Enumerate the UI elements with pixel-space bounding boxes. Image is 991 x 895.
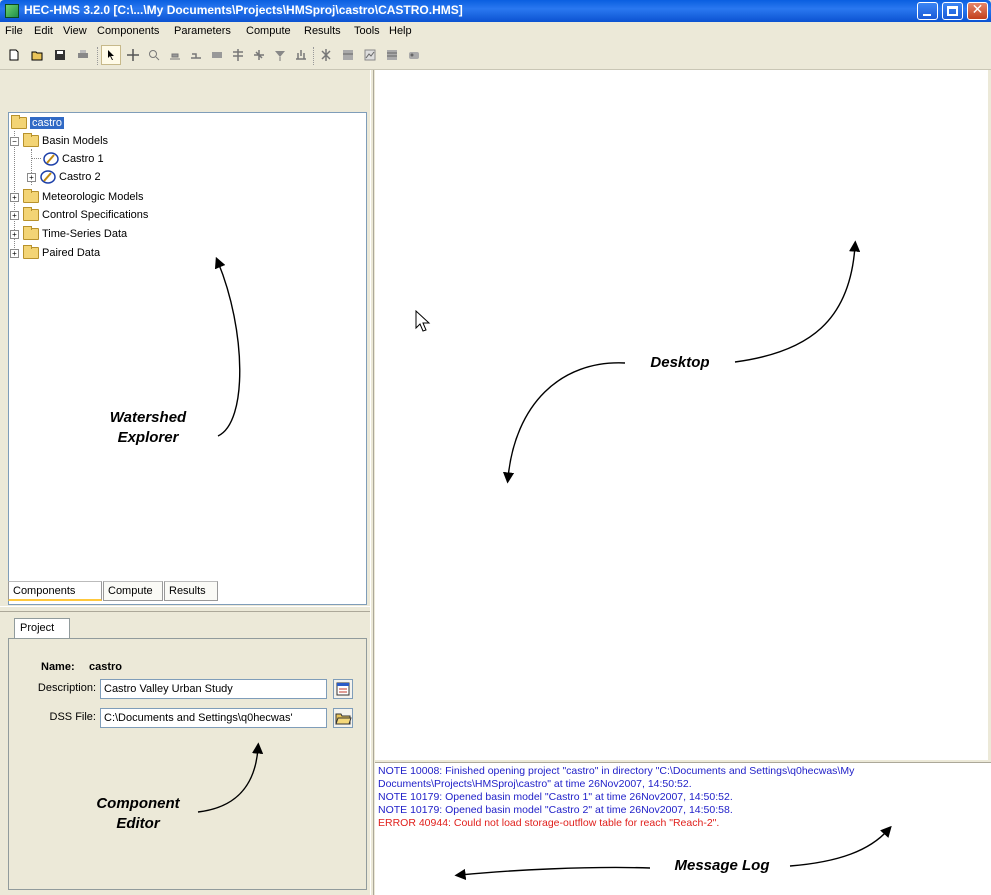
annotation-desktop: Desktop bbox=[650, 354, 710, 371]
arrow-desktop-up bbox=[734, 240, 861, 363]
arrow-message-log-left bbox=[454, 866, 651, 881]
annotation-component-editor: Component Editor bbox=[80, 794, 196, 834]
arrow-component-editor bbox=[197, 742, 264, 813]
annotation-text: Watershed bbox=[109, 409, 187, 426]
annotation-watershed-explorer: Watershed Explorer bbox=[93, 408, 203, 448]
arrow-desktop-down bbox=[502, 362, 626, 484]
arrow-watershed-explorer bbox=[214, 256, 241, 437]
annotation-text: Editor bbox=[116, 815, 160, 832]
arrow-message-log-right bbox=[789, 825, 892, 867]
annotation-text: Component bbox=[96, 795, 180, 812]
annotation-message-log: Message Log bbox=[674, 857, 770, 874]
annotation-text: Explorer bbox=[117, 429, 179, 446]
